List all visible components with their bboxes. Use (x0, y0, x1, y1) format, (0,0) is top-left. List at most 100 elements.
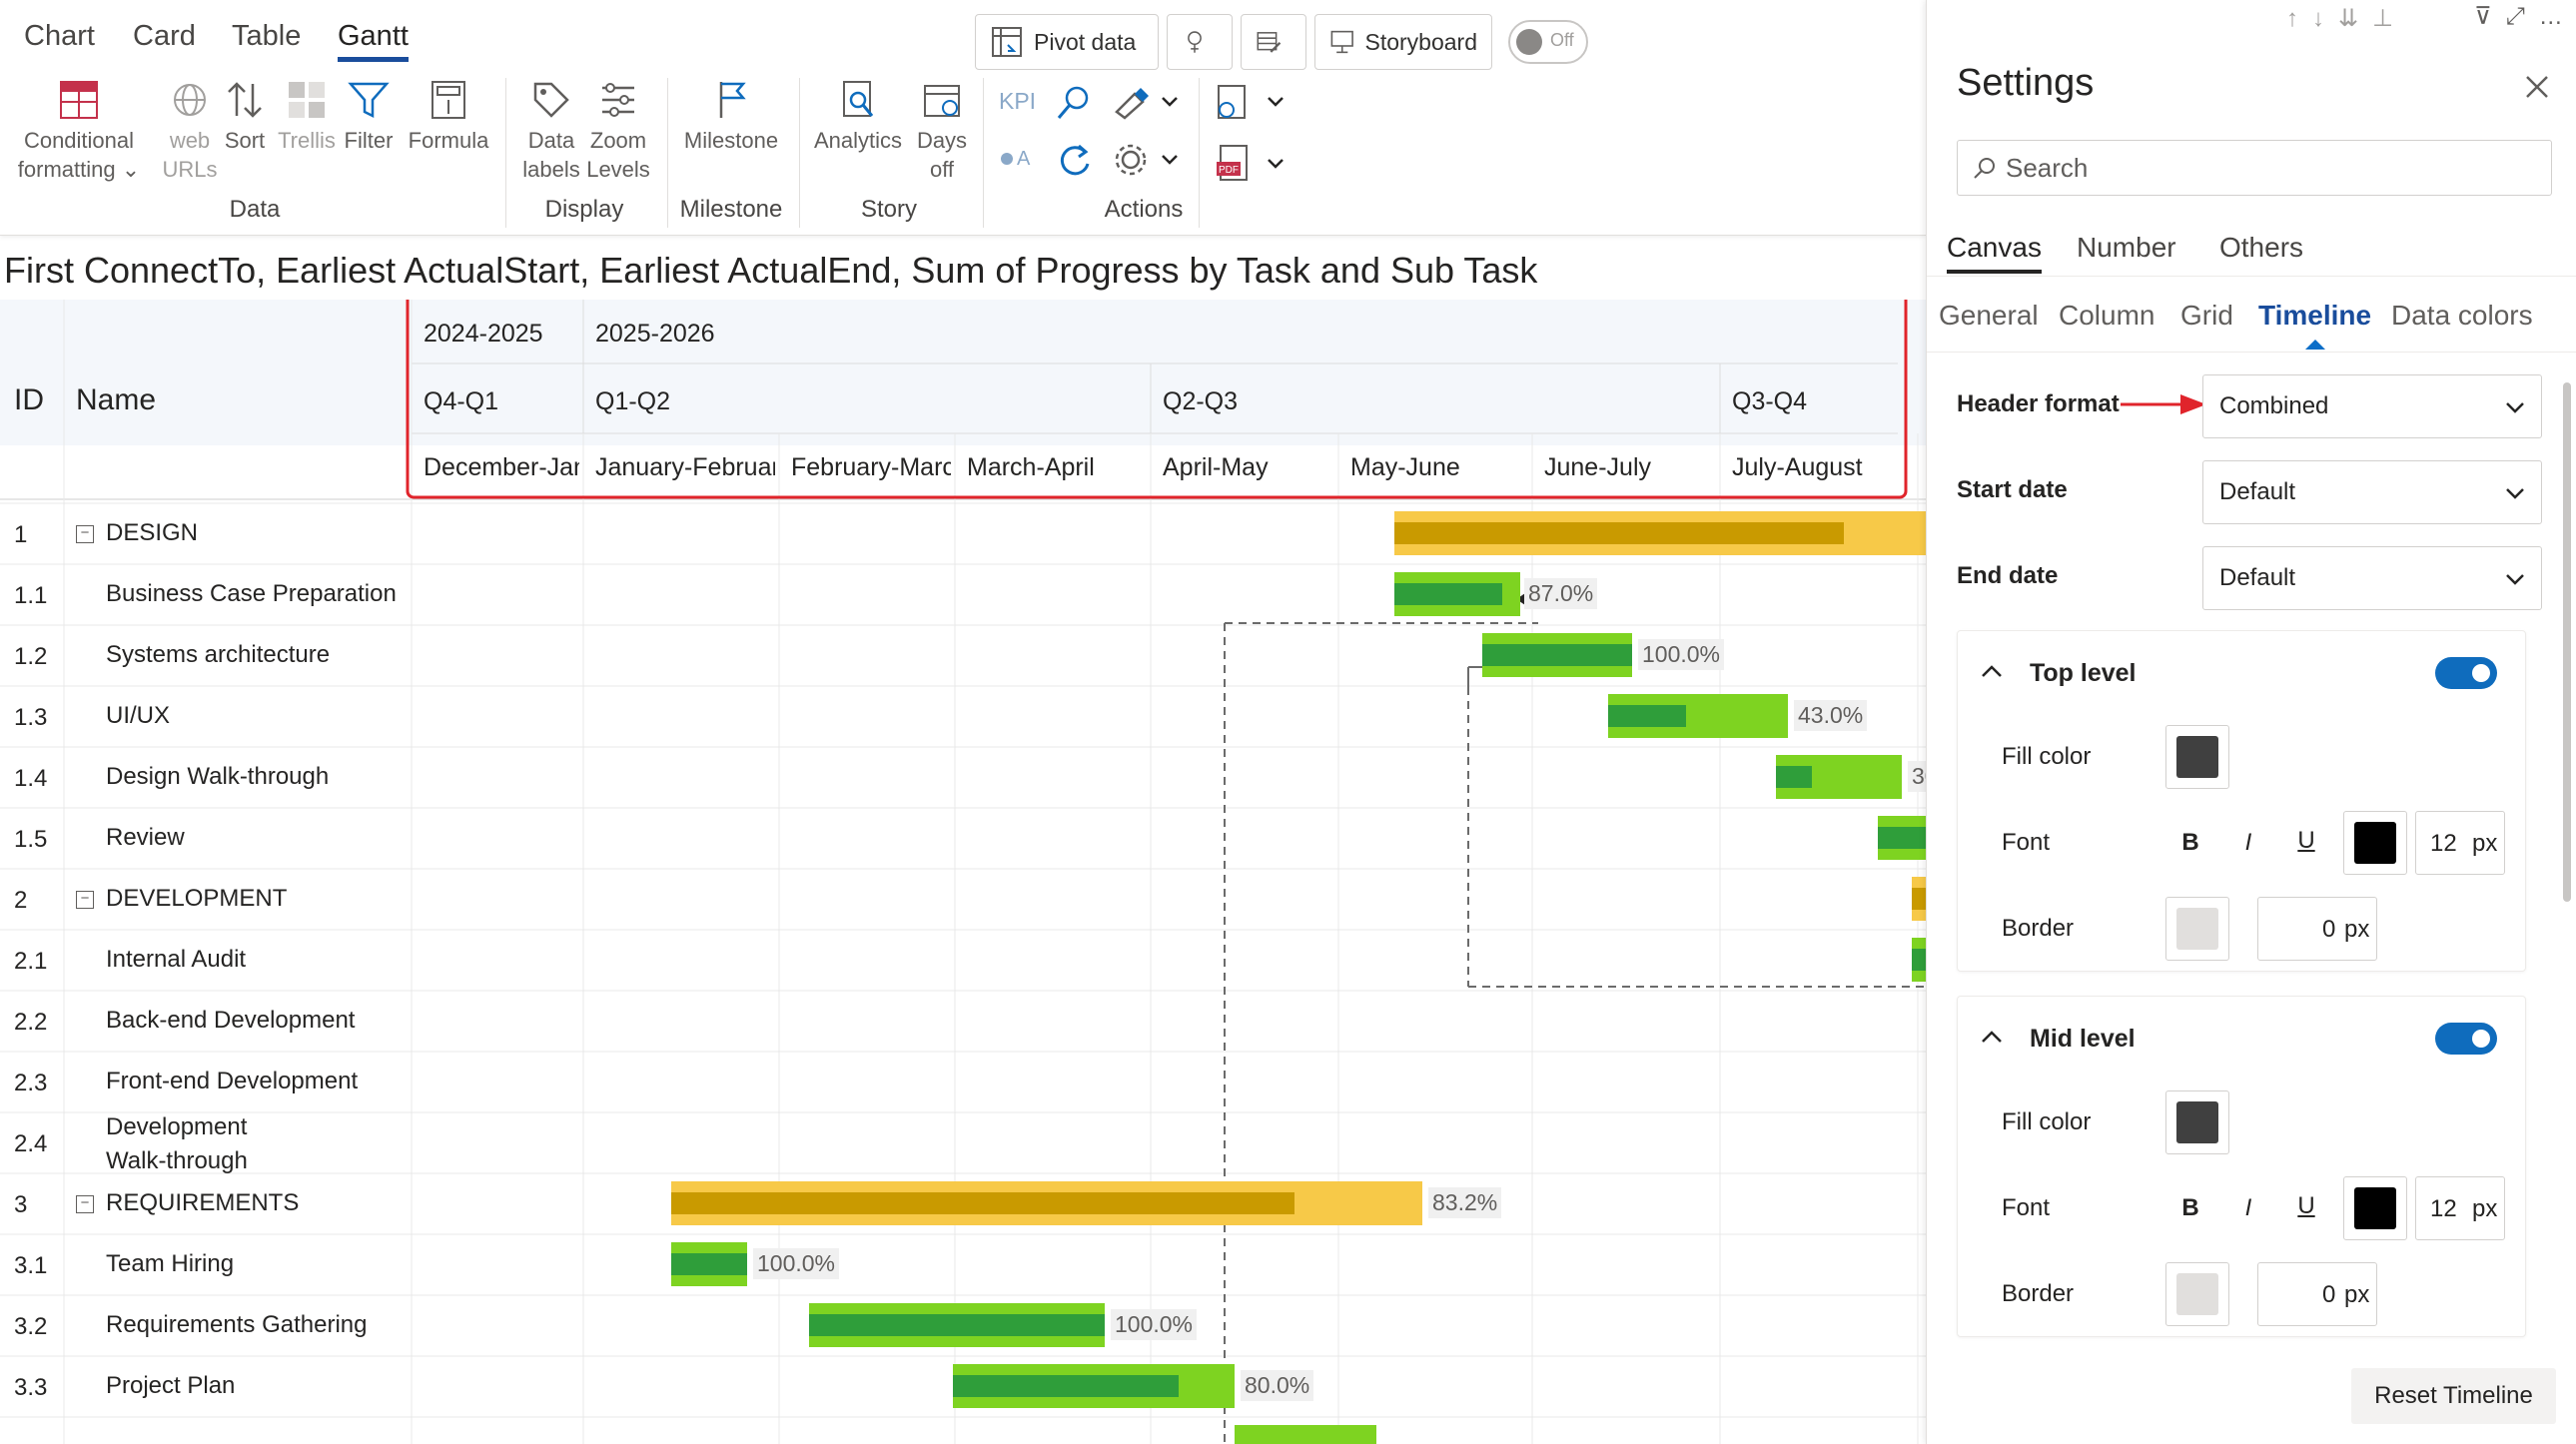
zoom-levels-button[interactable]: Zoom Levels (583, 78, 653, 184)
filter-button[interactable]: Filter (340, 78, 398, 155)
italic-button[interactable]: I (2233, 829, 2263, 857)
border-color-swatch (2176, 1273, 2218, 1315)
settings-title: Settings (1957, 62, 2095, 104)
sort-desc-icon[interactable]: ⇊ (2338, 5, 2372, 32)
border-size-value: 0 (2322, 1281, 2336, 1308)
border-size-input[interactable]: 0 px (2257, 897, 2377, 961)
refresh-icon[interactable] (1055, 140, 1095, 180)
more-options-icon[interactable]: … (2539, 3, 2576, 30)
subtab-general[interactable]: General (1939, 300, 2039, 332)
conditional-color-button[interactable]: A (1001, 148, 1030, 171)
mid-level-toggle[interactable] (2435, 1023, 2497, 1055)
task-name[interactable]: Team Hiring (106, 1247, 234, 1281)
task-name[interactable]: Design Walk-through (106, 760, 329, 794)
hierarchy-icon[interactable]: ⊥ (2372, 5, 2407, 32)
font-size-input[interactable]: 12 px (2415, 1176, 2505, 1240)
task-name[interactable]: Requirements Gathering (106, 1308, 367, 1342)
fill-color-picker[interactable] (2165, 1090, 2229, 1154)
row-id: 1.4 (14, 765, 48, 792)
group-name[interactable]: DEVELOPMENT (106, 882, 287, 916)
collapse-icon[interactable]: − (76, 525, 94, 543)
focus-mode-icon[interactable]: ⤢ (2506, 3, 2539, 30)
gear-icon[interactable] (1111, 140, 1183, 180)
subtab-grid[interactable]: Grid (2180, 300, 2233, 332)
paint-brush-icon[interactable] (1111, 82, 1183, 122)
storyboard-toggle[interactable]: Off (1508, 20, 1588, 64)
settings-scrollbar[interactable] (2563, 382, 2571, 902)
task-bar[interactable] (1235, 1425, 1376, 1444)
arrow-down-icon[interactable]: ↓ (2312, 5, 2338, 32)
header-format-dropdown[interactable]: Combined (2202, 374, 2542, 438)
task-name[interactable]: Business Case Preparation (106, 577, 397, 611)
collapse-icon[interactable]: − (76, 891, 94, 909)
formula-button[interactable]: Formula (406, 78, 491, 155)
header-background (0, 300, 1926, 445)
chevron-up-icon[interactable] (1980, 663, 2004, 679)
format-painter-button[interactable] (1167, 14, 1233, 70)
border-size-input[interactable]: 0 px (2257, 1262, 2377, 1326)
task-name[interactable]: Front-end Development (106, 1065, 358, 1098)
filter-small-icon[interactable]: ⊽ (2474, 3, 2506, 30)
milestone-button[interactable]: Milestone (679, 78, 783, 155)
task-name[interactable]: Review (106, 821, 185, 855)
top-level-toggle[interactable] (2435, 657, 2497, 689)
font-size-input[interactable]: 12 px (2415, 811, 2505, 875)
tab-chart[interactable]: Chart (24, 20, 95, 53)
group-name[interactable]: DESIGN (106, 516, 198, 550)
underline-button[interactable]: U (2291, 827, 2321, 855)
export-settings-icon[interactable] (1213, 82, 1288, 126)
pdf-export-icon[interactable]: PDF (1213, 144, 1288, 188)
task-name[interactable]: Back-end Development (106, 1004, 355, 1038)
font-color-picker[interactable] (2343, 1176, 2407, 1240)
sort-button[interactable]: Sort (218, 78, 272, 155)
border-color-picker[interactable] (2165, 1262, 2229, 1326)
tab-canvas[interactable]: Canvas (1947, 232, 2042, 274)
web-urls-button[interactable]: web URLs (160, 78, 220, 184)
border-color-picker[interactable] (2165, 897, 2229, 961)
subtab-column[interactable]: Column (2059, 300, 2154, 332)
column-header-id[interactable]: ID (2, 383, 44, 417)
subtab-timeline[interactable]: Timeline (2258, 300, 2371, 350)
subtab-data-colors[interactable]: Data colors (2391, 300, 2533, 332)
bold-button[interactable]: B (2175, 1194, 2205, 1222)
column-header-name[interactable]: Name (64, 383, 156, 417)
tab-table[interactable]: Table (232, 20, 301, 53)
analytics-button[interactable]: Analytics (811, 78, 905, 155)
days-off-button[interactable]: Days off (911, 78, 973, 184)
group-name[interactable]: REQUIREMENTS (106, 1186, 299, 1220)
bold-button[interactable]: B (2175, 829, 2205, 857)
edit-table-button[interactable] (1241, 14, 1306, 70)
task-name[interactable]: Systems architecture (106, 638, 330, 672)
underline-button[interactable]: U (2291, 1192, 2321, 1220)
arrow-up-icon[interactable]: ↑ (2286, 5, 2312, 32)
task-name[interactable]: Development Walk-through (106, 1110, 248, 1178)
filter-icon (348, 82, 390, 119)
task-name[interactable]: UI/UX (106, 699, 170, 733)
px-unit: px (2472, 830, 2498, 857)
collapse-icon[interactable]: − (76, 1195, 94, 1213)
start-date-dropdown[interactable]: Default (2202, 460, 2542, 524)
task-name[interactable]: Internal Audit (106, 943, 246, 977)
conditional-formatting-button[interactable]: Conditional formatting ⌄ (14, 78, 144, 184)
end-date-dropdown[interactable]: Default (2202, 546, 2542, 610)
analytics-label: Analytics (813, 128, 903, 153)
tab-card[interactable]: Card (133, 20, 196, 53)
close-icon[interactable] (2522, 72, 2552, 102)
trellis-button[interactable]: Trellis (276, 78, 338, 155)
font-color-picker[interactable] (2343, 811, 2407, 875)
kpi-button[interactable]: KPI (999, 88, 1036, 115)
settings-search-input[interactable]: Search (1957, 140, 2552, 196)
tab-gantt[interactable]: Gantt (338, 20, 409, 62)
settings-scroll-area[interactable]: Header format Combined Start date Defaul… (1927, 352, 2576, 1444)
search-action-icon[interactable] (1055, 82, 1095, 122)
tab-number[interactable]: Number (2077, 232, 2176, 264)
tab-others[interactable]: Others (2219, 232, 2303, 264)
chevron-up-icon[interactable] (1980, 1029, 2004, 1045)
storyboard-button[interactable]: Storyboard (1314, 14, 1492, 70)
data-labels-button[interactable]: Data labels (519, 78, 583, 184)
italic-button[interactable]: I (2233, 1194, 2263, 1222)
fill-color-picker[interactable] (2165, 725, 2229, 789)
reset-timeline-button[interactable]: Reset Timeline (2351, 1368, 2556, 1424)
pivot-data-button[interactable]: Pivot data (975, 14, 1159, 70)
task-name[interactable]: Project Plan (106, 1369, 235, 1403)
